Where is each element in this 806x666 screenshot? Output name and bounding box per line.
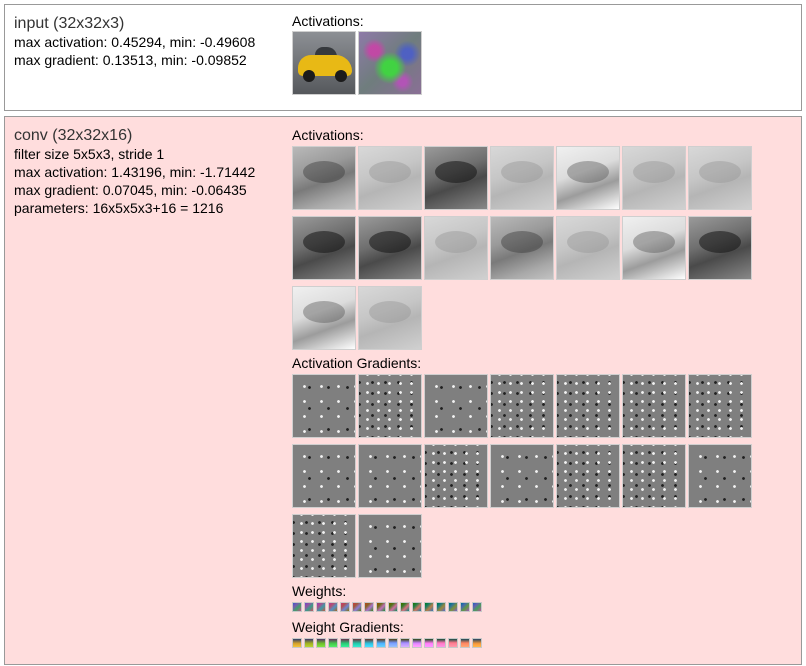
activation-map	[424, 216, 488, 280]
activation-gradient-map	[556, 374, 620, 438]
activation-map	[424, 146, 488, 210]
activation-gradient-map	[424, 444, 488, 508]
input-layer-info: input (32x32x3) max activation: 0.45294,…	[14, 14, 294, 69]
activation-gradient-map	[556, 444, 620, 508]
weight-filter	[388, 602, 398, 612]
weight-gradient-filter	[376, 638, 386, 648]
activation-gradient-map	[490, 374, 554, 438]
activation-gradient-map	[622, 444, 686, 508]
weight-gradient-filter	[316, 638, 326, 648]
activation-map	[292, 216, 356, 280]
activation-map	[490, 146, 554, 210]
activation-map	[622, 216, 686, 280]
weight-filter	[436, 602, 446, 612]
weight-filter	[304, 602, 314, 612]
conv-weight-gradients-label: Weight Gradients:	[292, 619, 404, 635]
activation-map	[358, 146, 422, 210]
activation-gradient-map	[688, 374, 752, 438]
conv-activations-grid	[292, 146, 754, 352]
conv-max-gradient: max gradient: 0.07045, min: -0.06435	[14, 182, 247, 198]
weight-filter	[472, 602, 482, 612]
weight-filter	[412, 602, 422, 612]
conv-activation-gradients-label: Activation Gradients:	[292, 355, 422, 371]
weight-gradient-filter	[424, 638, 434, 648]
weight-gradient-filter	[388, 638, 398, 648]
activation-gradient-map	[358, 374, 422, 438]
activation-map	[358, 286, 422, 350]
weight-gradient-filter	[448, 638, 458, 648]
conv-layer-title: conv (32x32x16)	[14, 127, 133, 144]
activation-gradient-map	[688, 444, 752, 508]
weight-gradient-filter	[292, 638, 302, 648]
weight-filter	[460, 602, 470, 612]
activation-map	[622, 146, 686, 210]
conv-max-activation: max activation: 1.43196, min: -1.71442	[14, 164, 256, 180]
activation-map	[490, 216, 554, 280]
activation-map	[292, 146, 356, 210]
weight-gradient-filter	[340, 638, 350, 648]
weight-filter	[448, 602, 458, 612]
weight-filter	[364, 602, 374, 612]
input-activations-label: Activations:	[292, 13, 364, 29]
input-layer-panel: input (32x32x3) max activation: 0.45294,…	[4, 4, 802, 111]
car-image	[292, 31, 356, 95]
weight-filter	[424, 602, 434, 612]
activation-gradient-map	[358, 514, 422, 578]
conv-filter-size: filter size 5x5x3, stride 1	[14, 146, 165, 162]
weight-gradient-filter	[304, 638, 314, 648]
conv-parameters: parameters: 16x5x5x3+16 = 1216	[14, 200, 224, 216]
weight-filter	[316, 602, 326, 612]
conv-activation-gradients-grid	[292, 374, 754, 580]
activation-gradient-map	[358, 444, 422, 508]
weight-filter	[340, 602, 350, 612]
weight-filter	[292, 602, 302, 612]
conv-layer-panel: conv (32x32x16) filter size 5x5x3, strid…	[4, 116, 802, 665]
weight-gradient-filter	[472, 638, 482, 648]
input-activations-grid	[292, 31, 426, 97]
activation-map	[688, 146, 752, 210]
weight-filter	[400, 602, 410, 612]
weight-gradient-filter	[400, 638, 410, 648]
conv-weight-gradients-strip	[292, 638, 492, 648]
weight-gradient-filter	[352, 638, 362, 648]
conv-layer-info: conv (32x32x16) filter size 5x5x3, strid…	[14, 126, 294, 217]
activation-map	[688, 216, 752, 280]
activation-map	[292, 286, 356, 350]
weight-filter	[376, 602, 386, 612]
activation-gradient-map	[292, 374, 356, 438]
conv-activations-label: Activations:	[292, 127, 364, 143]
input-layer-title: input (32x32x3)	[14, 15, 125, 32]
conv-weights-strip	[292, 602, 492, 612]
input-gradient-image	[358, 31, 422, 95]
weight-gradient-filter	[460, 638, 470, 648]
weight-gradient-filter	[364, 638, 374, 648]
conv-weights-label: Weights:	[292, 583, 347, 599]
weight-filter	[352, 602, 362, 612]
activation-gradient-map	[622, 374, 686, 438]
activation-map	[358, 216, 422, 280]
weight-gradient-filter	[328, 638, 338, 648]
weight-gradient-filter	[436, 638, 446, 648]
activation-map	[556, 146, 620, 210]
input-max-gradient: max gradient: 0.13513, min: -0.09852	[14, 52, 247, 68]
activation-map	[556, 216, 620, 280]
activation-gradient-map	[490, 444, 554, 508]
weight-filter	[328, 602, 338, 612]
weight-gradient-filter	[412, 638, 422, 648]
input-max-activation: max activation: 0.45294, min: -0.49608	[14, 34, 256, 50]
activation-gradient-map	[292, 514, 356, 578]
activation-gradient-map	[424, 374, 488, 438]
activation-gradient-map	[292, 444, 356, 508]
